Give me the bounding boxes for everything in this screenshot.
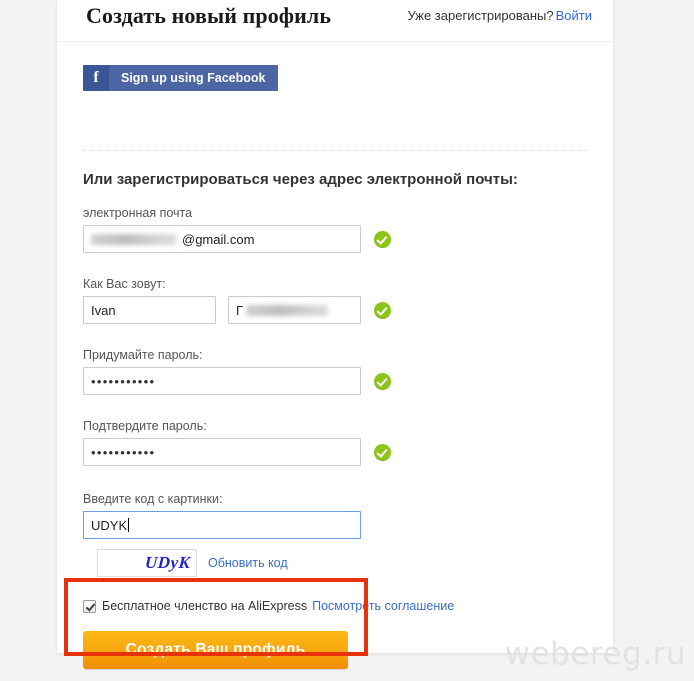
name-valid-check-icon: [374, 301, 391, 319]
signin-link[interactable]: Войти: [556, 8, 592, 23]
facebook-signup-label: Sign up using Facebook: [121, 71, 266, 85]
captcha-field-group: Введите код с картинки: UDYK UDyK Обнови…: [83, 492, 361, 577]
text-caret: [128, 518, 130, 532]
email-signup-heading: Или зарегистрироваться через адрес элект…: [83, 171, 518, 188]
create-profile-button[interactable]: Создать Ваш профиль: [83, 631, 348, 669]
password-input[interactable]: •••••••••••: [83, 367, 361, 395]
captcha-input-value: UDYK: [91, 517, 128, 533]
password-confirm-valid-check-icon: [374, 443, 391, 461]
password-masked-value: •••••••••••: [91, 373, 156, 389]
password-confirm-row: •••••••••••: [83, 438, 391, 466]
free-membership-label: Бесплатное членство на AliExpress: [102, 599, 308, 613]
redacted-email-local-part: [91, 233, 176, 245]
email-row: @gmail.com: [83, 225, 391, 253]
captcha-image-row: UDyK Обновить код: [97, 549, 361, 577]
password-valid-check-icon: [374, 372, 391, 390]
captcha-input[interactable]: UDYK: [83, 511, 361, 539]
password-row: •••••••••••: [83, 367, 391, 395]
signup-card: Создать новый профиль Уже зарегистрирова…: [57, 0, 613, 669]
captcha-input-row: UDYK: [83, 511, 361, 539]
captcha-label: Введите код с картинки:: [83, 492, 223, 506]
agreement-row: Бесплатное членство на AliExpress Посмот…: [83, 599, 454, 613]
password-confirm-masked-value: •••••••••••: [91, 444, 156, 460]
password-confirm-input[interactable]: •••••••••••: [83, 438, 361, 466]
name-row: Г: [83, 296, 391, 324]
captcha-image: UDyK: [97, 549, 197, 577]
facebook-f-icon: f: [83, 65, 109, 91]
section-divider: [83, 150, 587, 151]
password-field-group: Придумайте пароль: •••••••••••: [83, 348, 391, 395]
captcha-refresh-link[interactable]: Обновить код: [208, 556, 288, 570]
email-field-group: электронная почта @gmail.com: [83, 206, 391, 253]
password-confirm-label: Подтвердите пароль:: [83, 419, 207, 433]
facebook-signup-button[interactable]: f Sign up using Facebook: [83, 65, 279, 91]
last-name-visible-text: Г: [236, 302, 244, 318]
free-membership-checkbox[interactable]: [83, 599, 96, 613]
name-field-group: Как Вас зовут: Г: [83, 277, 391, 324]
email-valid-check-icon: [374, 230, 391, 248]
already-registered-label: Уже зарегистрированы?: [407, 8, 554, 23]
email-input[interactable]: @gmail.com: [83, 225, 361, 253]
signin-prompt: Уже зарегистрированы? Войти: [407, 8, 592, 23]
first-name-input[interactable]: [83, 296, 216, 324]
card-header: Создать новый профиль Уже зарегистрирова…: [57, 0, 613, 42]
view-agreement-link[interactable]: Посмотреть соглашение: [312, 599, 454, 613]
email-label: электронная почта: [83, 206, 193, 220]
captcha-image-text: UDyK: [143, 553, 191, 572]
password-label: Придумайте пароль:: [83, 348, 203, 362]
last-name-input[interactable]: Г: [228, 296, 361, 324]
email-domain-text: @gmail.com: [182, 231, 255, 247]
password-confirm-field-group: Подтвердите пароль: •••••••••••: [83, 419, 391, 466]
page-title: Создать новый профиль: [86, 3, 332, 28]
redacted-last-name: [246, 304, 329, 316]
name-label: Как Вас зовут:: [83, 277, 166, 291]
